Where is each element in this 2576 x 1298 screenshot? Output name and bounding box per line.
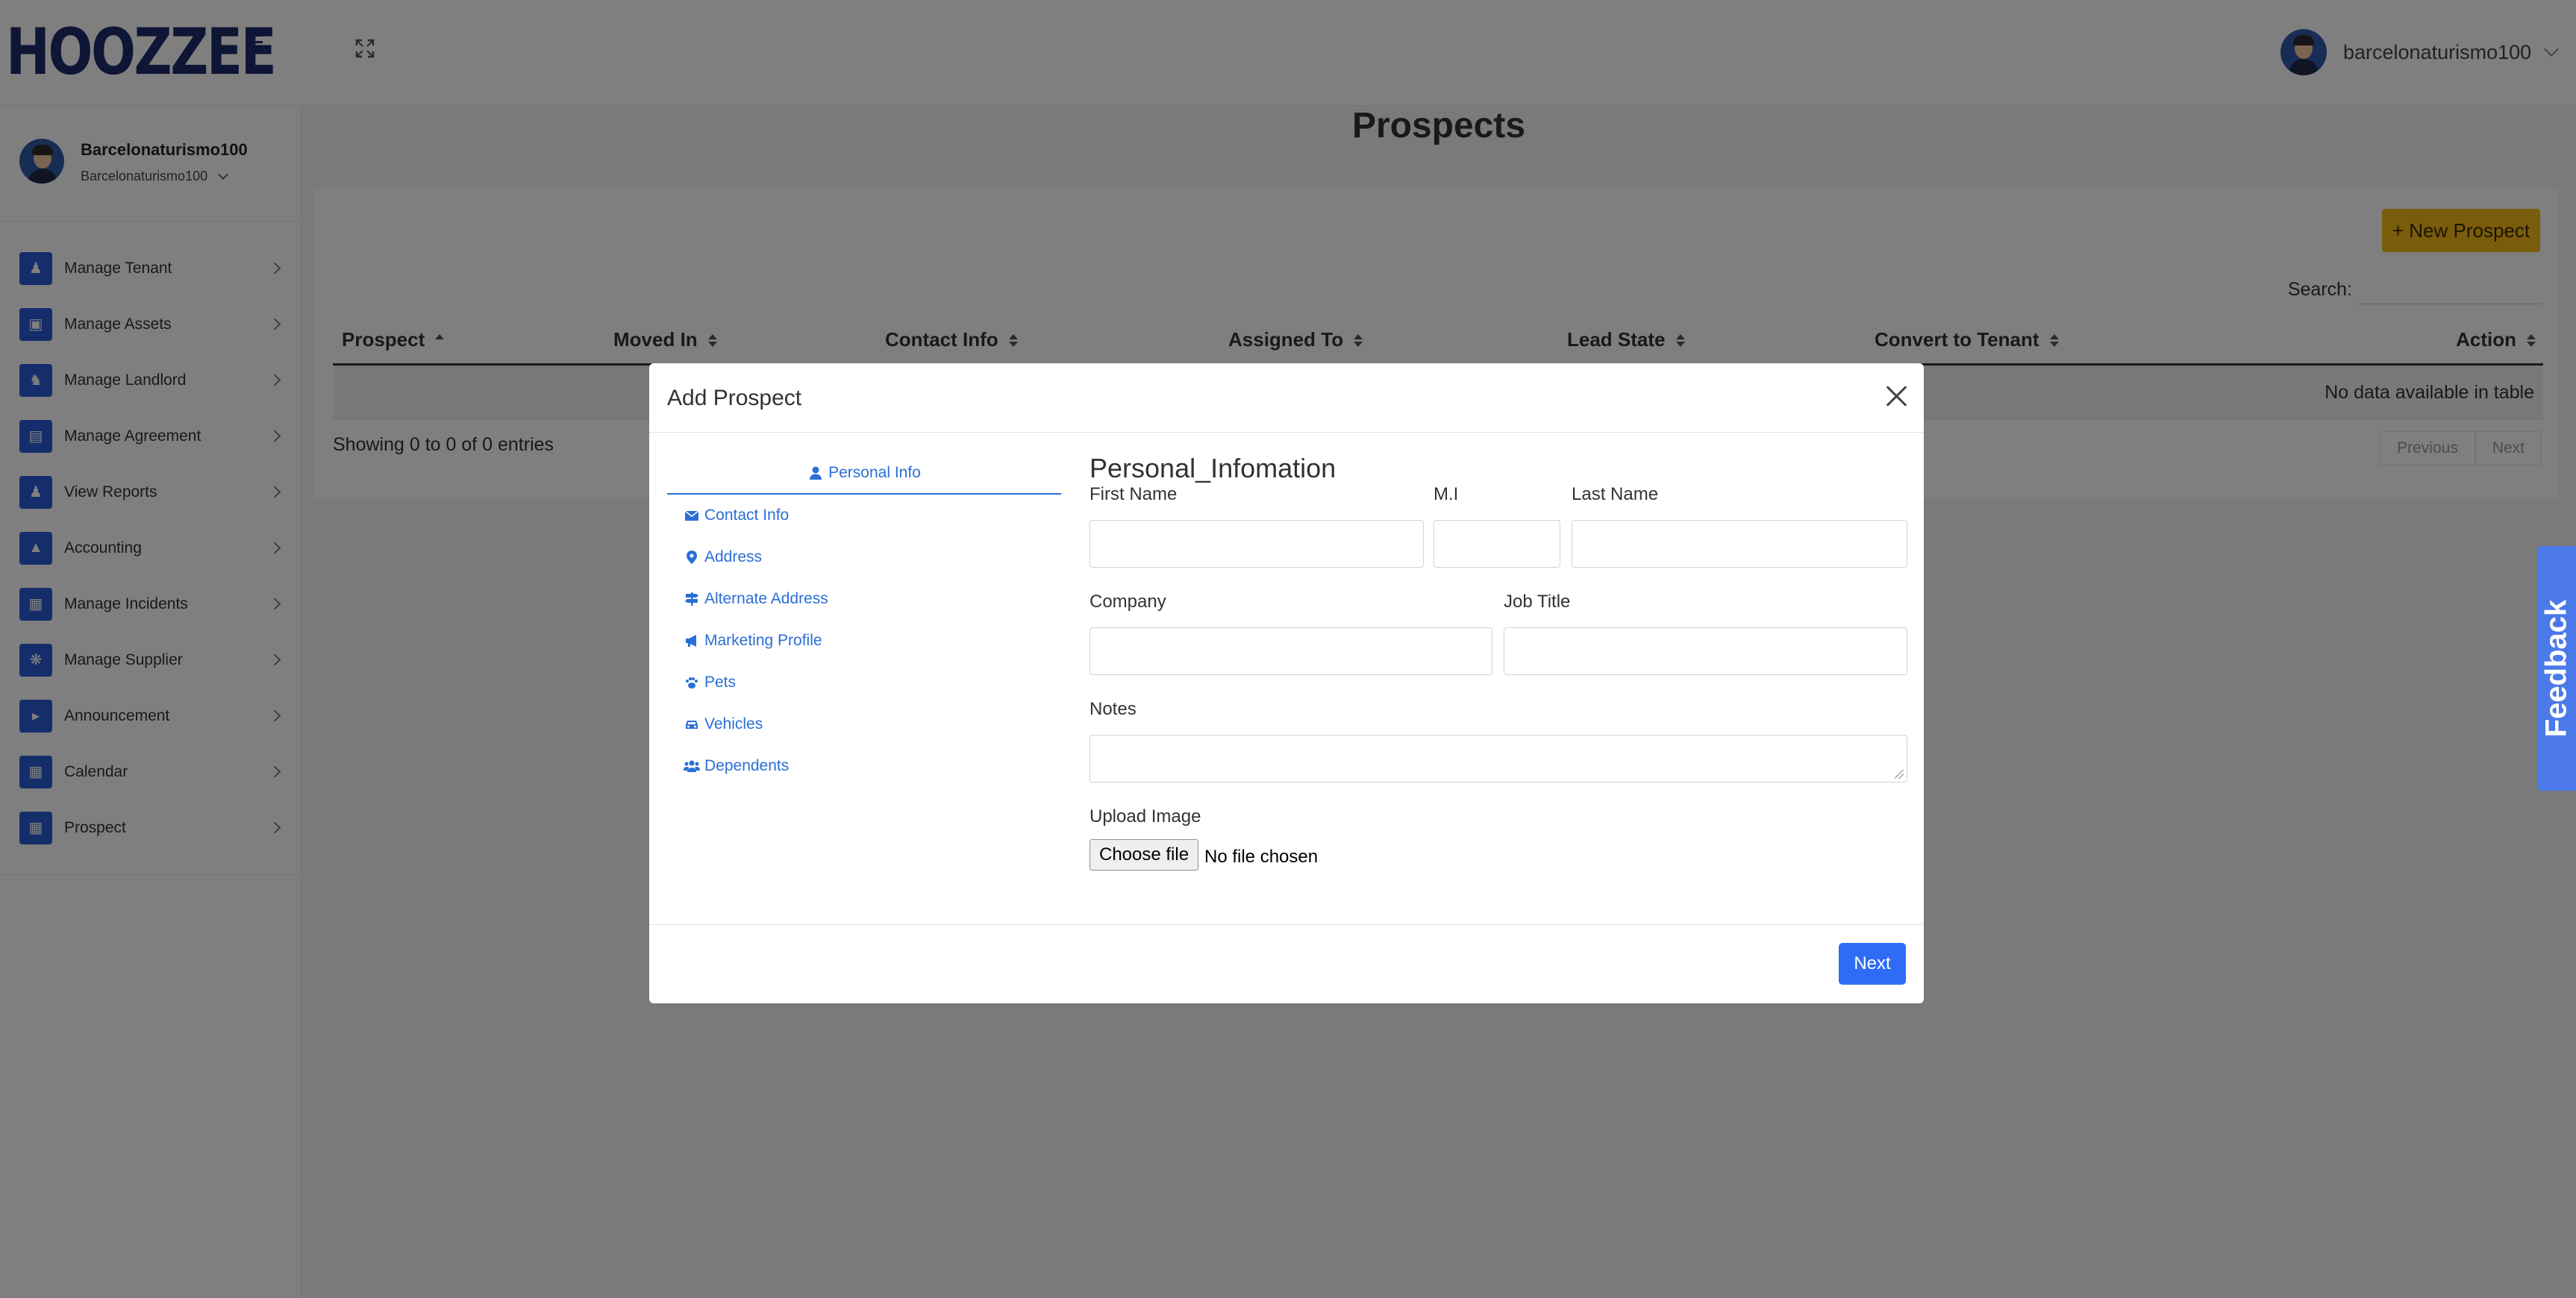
tab-label: Vehicles (704, 715, 763, 733)
upload-image-label: Upload Image (1090, 806, 1201, 827)
tab-label: Dependents (704, 757, 790, 774)
tab-label: Address (704, 548, 763, 565)
tab-address[interactable]: Address (667, 536, 1061, 578)
signs-icon (685, 592, 698, 606)
map-marker-icon (687, 551, 697, 564)
next-button[interactable]: Next (1839, 943, 1906, 985)
first-name-label: First Name (1090, 484, 1178, 504)
last-name-input[interactable] (1572, 520, 1907, 568)
modal-title: Add Prospect (667, 386, 802, 410)
close-icon[interactable] (1885, 384, 1907, 407)
mi-input[interactable] (1434, 520, 1560, 568)
tab-pets[interactable]: Pets (667, 662, 1061, 703)
tab-label: Alternate Address (704, 590, 828, 607)
tab-label: Marketing Profile (704, 632, 822, 649)
tab-vehicles[interactable]: Vehicles (667, 703, 1061, 745)
company-input[interactable] (1090, 627, 1492, 675)
notes-label: Notes (1090, 699, 1137, 719)
envelope-icon (684, 510, 699, 521)
mi-label: M.I (1434, 484, 1459, 504)
modal-header: Add Prospect (649, 363, 1924, 433)
tab-alternate-address[interactable]: Alternate Address (667, 578, 1061, 620)
company-label: Company (1090, 592, 1166, 612)
first-name-input[interactable] (1090, 520, 1424, 568)
resize-handle[interactable] (1895, 770, 1904, 779)
modal-footer: Next (649, 924, 1924, 1003)
tab-label: Contact Info (704, 507, 790, 524)
tab-marketing-profile[interactable]: Marketing Profile (667, 620, 1061, 662)
section-title: Personal_Infomation (1090, 453, 1337, 483)
bullhorn-icon (686, 635, 696, 647)
user-icon (810, 466, 822, 480)
modal-tabs: Personal Info Contact Info Address Alter… (667, 453, 1061, 787)
tab-contact-info[interactable]: Contact Info (667, 495, 1061, 536)
users-icon (684, 760, 700, 772)
paw-icon (686, 677, 698, 689)
file-status: No file chosen (1204, 847, 1319, 867)
tab-label: Personal Info (828, 464, 921, 481)
feedback-label: Feedback (2539, 599, 2573, 738)
car-icon (686, 721, 698, 729)
tab-label: Pets (704, 674, 737, 691)
notes-textarea[interactable] (1090, 735, 1907, 783)
job-title-input[interactable] (1504, 627, 1907, 675)
tab-personal-info[interactable]: Personal Info (667, 453, 1061, 495)
add-prospect-modal: Add Prospect Personal Info Contact Info … (649, 363, 1924, 1003)
last-name-label: Last Name (1572, 484, 1659, 504)
tab-dependents[interactable]: Dependents (667, 745, 1061, 787)
job-title-label: Job Title (1504, 592, 1571, 612)
app-page: HOOZZEE barcelonaturismo100 Barcelonatur… (0, 0, 2576, 1298)
choose-file-button[interactable]: Choose file (1090, 839, 1199, 871)
feedback-tab[interactable]: Feedback (2537, 546, 2576, 791)
